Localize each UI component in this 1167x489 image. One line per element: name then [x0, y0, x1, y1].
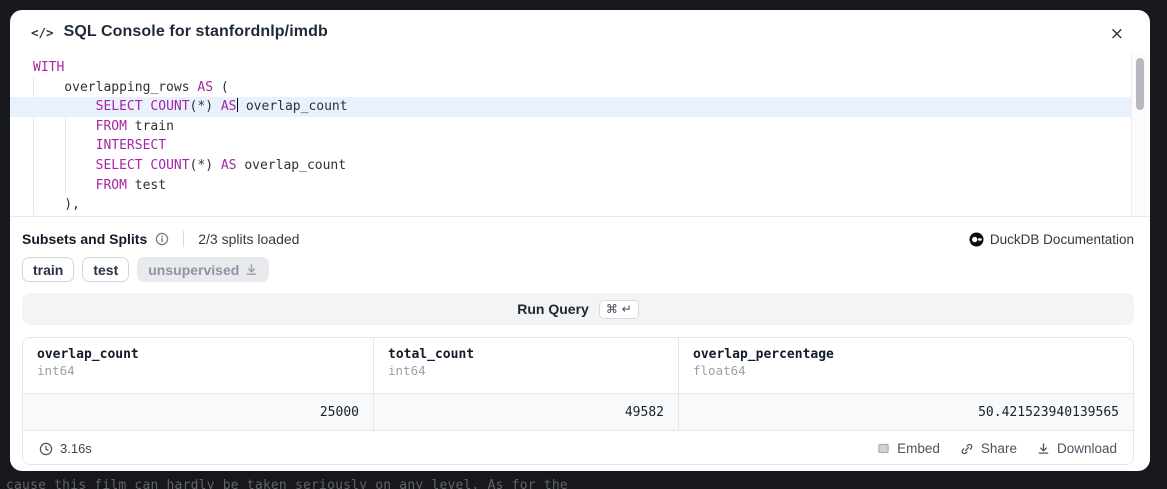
- close-icon[interactable]: ×: [1110, 26, 1124, 43]
- code-line: INTERSECT: [10, 136, 1131, 156]
- run-query-label: Run Query: [517, 301, 589, 317]
- background-page-text: cause this film can hardly be taken seri…: [6, 478, 568, 489]
- column-type: int64: [388, 363, 664, 378]
- sql-console-modal: </> SQL Console for stanfordnlp/imdb × W…: [10, 10, 1150, 471]
- splits-section-title: Subsets and Splits: [22, 231, 147, 247]
- query-elapsed-time: 3.16s: [39, 441, 92, 456]
- share-button[interactable]: Share: [960, 441, 1017, 456]
- split-pill-label: train: [33, 262, 63, 278]
- duckdb-documentation-label: DuckDB Documentation: [990, 232, 1134, 247]
- code-line: WITH: [10, 58, 1131, 78]
- column-header-total-count: total_count int64: [373, 338, 678, 393]
- info-icon[interactable]: [155, 232, 169, 246]
- screen: cause this film can hardly be taken seri…: [0, 0, 1167, 489]
- results-table: overlap_count int64 total_count int64 ov…: [22, 337, 1134, 465]
- column-header-overlap-count: overlap_count int64: [23, 338, 373, 393]
- splits-meta-row: Subsets and Splits 2/3 splits loaded: [10, 229, 1150, 249]
- code-line: overlapping_rows AS (: [10, 78, 1131, 98]
- splits-row: train test unsupervised: [10, 257, 1150, 282]
- splits-meta-left: Subsets and Splits 2/3 splits loaded: [22, 231, 299, 247]
- download-icon: [245, 263, 258, 276]
- modal-header: </> SQL Console for stanfordnlp/imdb: [10, 10, 1150, 54]
- code-tag-icon: </>: [31, 25, 54, 40]
- share-link-icon: [960, 442, 974, 456]
- code-area: WITH overlapping_rows AS ( SELECT COUNT(…: [10, 54, 1150, 215]
- keyboard-shortcut-badge: ⌘ ↵: [599, 300, 639, 319]
- duckdb-logo-icon: [969, 232, 984, 247]
- footer-actions: Embed Share: [877, 441, 1117, 456]
- elapsed-value: 3.16s: [60, 441, 92, 456]
- download-icon: [1037, 442, 1050, 455]
- code-line: FROM train: [10, 117, 1131, 137]
- code-line: SELECT COUNT(*) AS overlap_count: [10, 156, 1131, 176]
- cell-total-count: 49582: [373, 394, 678, 430]
- column-type: int64: [37, 363, 359, 378]
- table-header-row: overlap_count int64 total_count int64 ov…: [23, 338, 1133, 393]
- vertical-divider: [183, 231, 184, 247]
- split-pill-label: test: [93, 262, 118, 278]
- splits-loaded-status: 2/3 splits loaded: [198, 231, 299, 247]
- embed-icon: [877, 442, 890, 455]
- results-footer: 3.16s Embed: [23, 430, 1133, 465]
- split-pill-train[interactable]: train: [22, 257, 74, 282]
- sql-editor[interactable]: WITH overlapping_rows AS ( SELECT COUNT(…: [10, 54, 1150, 217]
- editor-scrollbar[interactable]: [1131, 54, 1146, 217]
- table-row: 25000 49582 50.421523940139565: [23, 393, 1133, 430]
- split-pill-label: unsupervised: [148, 262, 239, 278]
- column-name: total_count: [388, 347, 664, 362]
- split-pill-test[interactable]: test: [82, 257, 129, 282]
- download-button[interactable]: Download: [1037, 441, 1117, 456]
- cell-overlap-count: 25000: [23, 394, 373, 430]
- column-header-overlap-percentage: overlap_percentage float64: [678, 338, 1133, 393]
- code-line: SELECT COUNT(*) AS overlap_count: [10, 97, 1131, 117]
- duckdb-documentation-link[interactable]: DuckDB Documentation: [969, 232, 1134, 247]
- code-line: FROM test: [10, 176, 1131, 196]
- embed-button[interactable]: Embed: [877, 441, 940, 456]
- column-name: overlap_count: [37, 347, 359, 362]
- cell-overlap-percentage: 50.421523940139565: [678, 394, 1133, 430]
- clock-icon: [39, 442, 53, 456]
- column-type: float64: [693, 363, 1119, 378]
- editor-scrollbar-thumb[interactable]: [1136, 58, 1144, 110]
- share-label: Share: [981, 441, 1017, 456]
- code-line: ),: [10, 195, 1131, 215]
- embed-label: Embed: [897, 441, 940, 456]
- split-pill-unsupervised[interactable]: unsupervised: [137, 257, 269, 282]
- column-name: overlap_percentage: [693, 347, 1119, 362]
- download-label: Download: [1057, 441, 1117, 456]
- modal-title: SQL Console for stanfordnlp/imdb: [64, 23, 328, 41]
- run-query-button[interactable]: Run Query ⌘ ↵: [22, 293, 1134, 325]
